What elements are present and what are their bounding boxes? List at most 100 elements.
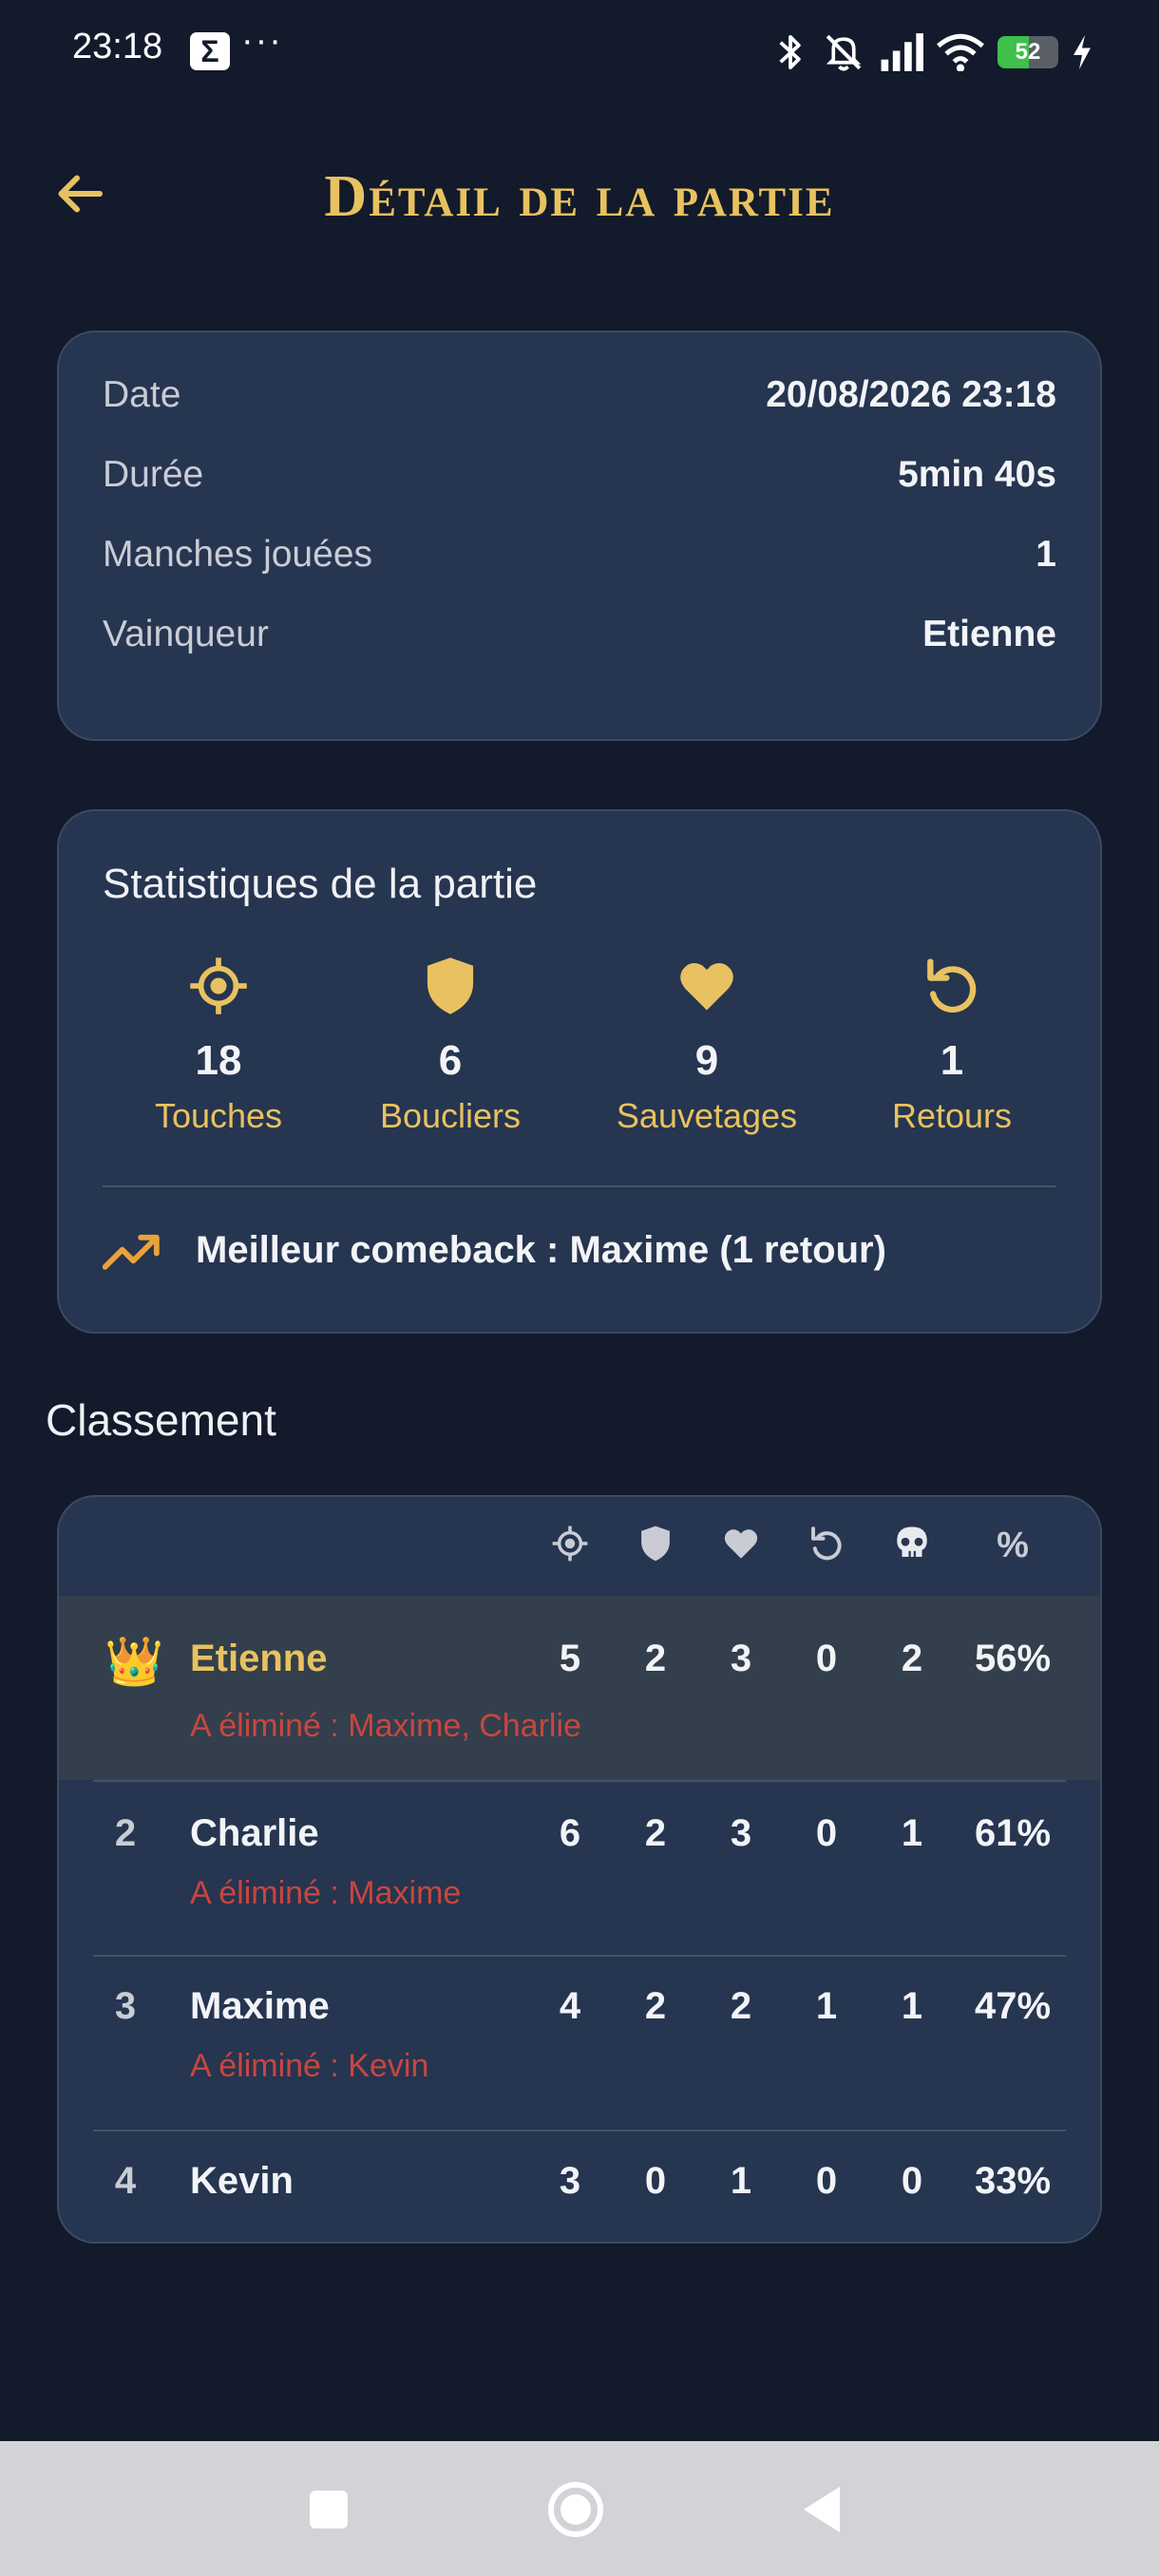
ranking-title: Classement (46, 1395, 276, 1445)
cell-eliminations: 0 (901, 2160, 923, 2202)
stat-label: Sauvetages (616, 1096, 798, 1135)
signal-icon (881, 33, 923, 71)
rank-number: 4 (114, 2160, 137, 2202)
cell-percent: 56% (974, 1638, 1052, 1679)
ranking-table: % 👑 Etienne A éliminé : Maxime, Charlie … (57, 1495, 1102, 2244)
sigma-app-icon: Σ (190, 32, 230, 70)
bluetooth-icon (779, 34, 801, 70)
stat-label: Retours (891, 1096, 1013, 1135)
cell-returns: 0 (815, 2160, 838, 2202)
player-name: Charlie (190, 1812, 319, 1854)
cell-rescues: 1 (730, 2160, 752, 2202)
cell-touches: 4 (559, 1985, 581, 2027)
cell-returns: 1 (815, 1985, 838, 2027)
player-name: Etienne (190, 1638, 328, 1679)
cell-percent: 47% (974, 1985, 1052, 2027)
charging-icon (1074, 35, 1091, 69)
shield-icon (641, 1525, 670, 1562)
cell-shields: 2 (644, 1985, 667, 2027)
info-label: Date (103, 374, 181, 415)
stat-value: 6 (438, 1037, 463, 1084)
col-percent: % (997, 1525, 1029, 1565)
heart-icon (680, 963, 733, 1011)
cell-rescues: 3 (730, 1638, 752, 1679)
stat-value: 1 (940, 1037, 964, 1084)
elimination-note: A éliminé : Maxime (190, 1875, 462, 1911)
battery-percent: 52 (1015, 39, 1041, 65)
info-value: Etienne (922, 614, 1056, 654)
info-row-winner: Vainqueur Etienne (103, 606, 1056, 663)
divider (103, 1185, 1056, 1187)
info-row-duration: Durée 5min 40s (103, 446, 1056, 503)
info-label: Manches jouées (103, 534, 373, 575)
rank-number: 2 (114, 1812, 137, 1854)
elimination-note: A éliminé : Kevin (190, 2048, 429, 2084)
stat-value: 9 (694, 1037, 719, 1084)
wifi-icon (937, 33, 984, 71)
stat-touches: 18 Touches (104, 954, 332, 1136)
cell-shields: 0 (644, 2160, 667, 2202)
trending-up-icon (103, 1234, 160, 1270)
cell-rescues: 3 (730, 1812, 752, 1854)
cell-eliminations: 1 (901, 1812, 923, 1854)
stat-label: Touches (154, 1096, 283, 1135)
cell-rescues: 2 (730, 1985, 752, 2027)
elimination-note: A éliminé : Maxime, Charlie (190, 1708, 581, 1744)
ranking-row-charlie[interactable]: 2 Charlie A éliminé : Maxime 6 2 3 0 1 6… (59, 1782, 1100, 1955)
undo-icon (927, 958, 977, 1013)
cell-eliminations: 2 (901, 1638, 923, 1679)
system-nav-bar (0, 2441, 1159, 2576)
cell-returns: 0 (815, 1638, 838, 1679)
stat-value: 18 (195, 1037, 242, 1084)
skull-icon (897, 1526, 927, 1557)
col-touches (532, 1524, 608, 1568)
best-comeback: Meilleur comeback : Maxime (1 retour) (103, 1229, 886, 1272)
cell-touches: 3 (559, 2160, 581, 2202)
game-stats-card: Statistiques de la partie 18 Touches 6 B… (57, 809, 1102, 1334)
cell-eliminations: 1 (901, 1985, 923, 2027)
col-returns (788, 1524, 864, 1568)
info-value: 20/08/2026 23:18 (766, 374, 1056, 415)
info-row-date: Date 20/08/2026 23:18 (103, 367, 1056, 424)
ranking-row-kevin[interactable]: 4 Kevin 3 0 1 0 0 33% (59, 2131, 1100, 2242)
info-label: Vainqueur (103, 614, 269, 654)
stats-title: Statistiques de la partie (103, 861, 538, 907)
more-notifications-icon: ··· (241, 21, 283, 61)
info-label: Durée (103, 454, 204, 495)
stat-label: Boucliers (379, 1096, 522, 1135)
player-name: Maxime (190, 1985, 330, 2027)
recent-apps-button[interactable] (294, 2475, 363, 2544)
info-value: 5min 40s (898, 454, 1056, 495)
cell-touches: 5 (559, 1638, 581, 1679)
col-rescues (703, 1524, 779, 1568)
col-eliminations (874, 1524, 950, 1568)
info-value: 1 (1036, 534, 1056, 575)
cell-shields: 2 (644, 1812, 667, 1854)
cell-percent: 61% (974, 1812, 1052, 1854)
ranking-header: % (59, 1497, 1100, 1596)
page-title: Détail de la partie (324, 164, 835, 229)
home-icon (548, 2482, 603, 2537)
target-icon (190, 957, 247, 1014)
recent-apps-icon (310, 2491, 348, 2529)
ranking-row-etienne[interactable]: 👑 Etienne A éliminé : Maxime, Charlie 5 … (59, 1596, 1100, 1780)
target-icon (552, 1525, 588, 1562)
shield-icon (427, 957, 474, 1014)
home-button[interactable] (542, 2475, 610, 2544)
stat-rescues: 9 Sauvetages (593, 954, 821, 1136)
cell-touches: 6 (559, 1812, 581, 1854)
stat-returns: 1 Retours (838, 954, 1066, 1136)
undo-icon (811, 1526, 842, 1561)
col-shields (618, 1524, 694, 1568)
stat-shields: 6 Boucliers (336, 954, 564, 1136)
system-back-button[interactable] (788, 2475, 857, 2544)
info-row-rounds: Manches jouées 1 (103, 526, 1056, 583)
cell-percent: 33% (974, 2160, 1052, 2202)
battery-icon: 52 (998, 36, 1058, 68)
player-name: Kevin (190, 2160, 294, 2202)
ranking-row-maxime[interactable]: 3 Maxime A éliminé : Kevin 4 2 2 1 1 47% (59, 1957, 1100, 2130)
game-info-card: Date 20/08/2026 23:18 Durée 5min 40s Man… (57, 331, 1102, 741)
status-time: 23:18 (72, 27, 163, 66)
bell-off-icon (826, 34, 862, 71)
heart-icon (724, 1529, 758, 1559)
